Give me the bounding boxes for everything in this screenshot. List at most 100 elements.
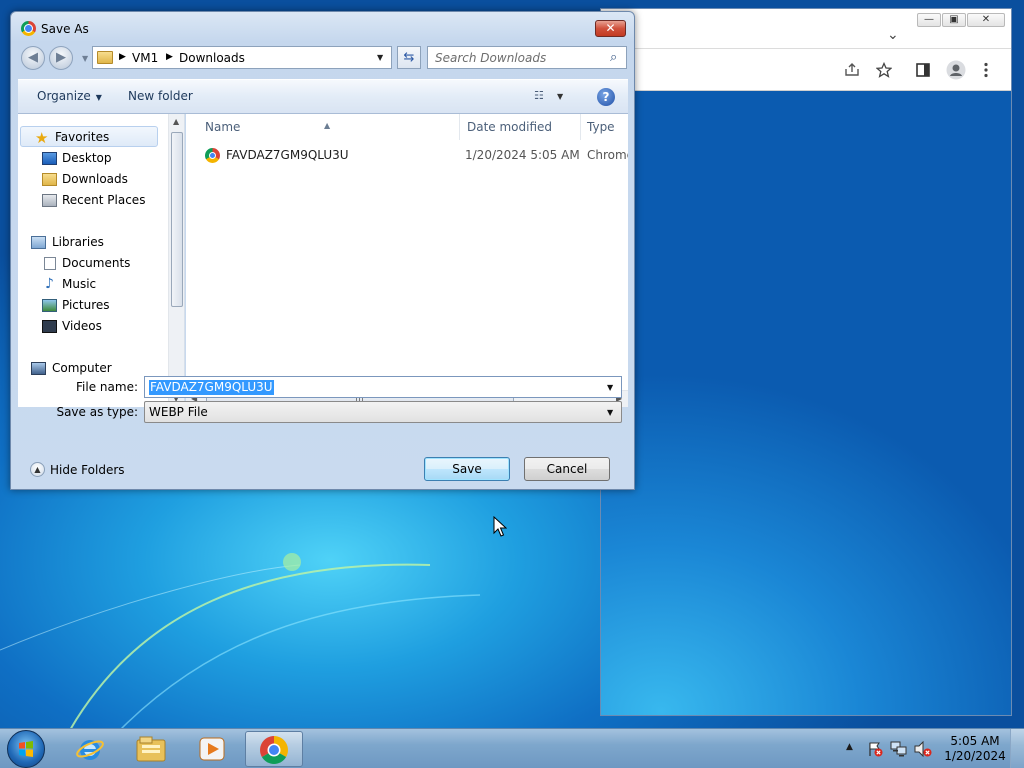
command-bar: Organize ▼ New folder ☷ ▼ ? — [18, 79, 628, 114]
help-icon[interactable]: ? — [597, 88, 615, 106]
cancel-button[interactable]: Cancel — [524, 457, 610, 481]
documents-icon — [44, 257, 56, 270]
file-type: Chrome H — [587, 148, 628, 162]
save-button[interactable]: Save — [424, 457, 510, 481]
show-desktop-button[interactable] — [1010, 729, 1024, 768]
breadcrumb-chevron-icon[interactable]: ▶ — [119, 52, 126, 62]
file-row[interactable]: FAVDAZ7GM9QLU3U 1/20/2024 5:05 AM Chrome… — [186, 144, 628, 166]
save-as-type-dropdown-icon[interactable]: ▼ — [607, 408, 613, 417]
file-date-modified: 1/20/2024 5:05 AM — [465, 148, 580, 162]
side-panel-icon[interactable] — [916, 63, 930, 77]
taskbar-clock[interactable]: 5:05 AM 1/20/2024 — [940, 734, 1010, 764]
view-options-icon[interactable]: ☷ — [534, 90, 550, 102]
file-name-dropdown-icon[interactable]: ▼ — [607, 383, 613, 392]
breadcrumb-downloads[interactable]: Downloads — [179, 51, 245, 65]
sort-ascending-icon: ▲ — [324, 121, 331, 130]
save-as-type-select[interactable]: WEBP File ▼ — [144, 401, 622, 423]
downloads-folder-icon — [42, 173, 57, 186]
windows-logo-icon — [19, 741, 33, 757]
action-center-flag-icon[interactable] — [867, 741, 883, 757]
save-as-dialog: Save As ✕ ◀ ▶ ▼ ▶ VM1 ▶ Downloads ▼ ⇆ ⌕ … — [10, 11, 635, 490]
address-dropdown-icon[interactable]: ▼ — [377, 53, 383, 62]
media-player-icon — [199, 737, 225, 761]
internet-explorer-icon — [76, 740, 104, 760]
column-header-date-modified[interactable]: Date modified — [460, 114, 581, 140]
more-menu-icon[interactable] — [983, 62, 989, 78]
star-icon: ★ — [35, 129, 49, 147]
organize-button[interactable]: Organize ▼ — [37, 89, 102, 103]
taskbar-file-explorer[interactable] — [122, 731, 180, 767]
libraries-icon — [31, 236, 46, 249]
bookmark-star-icon[interactable] — [876, 62, 892, 78]
save-as-type-value: WEBP File — [149, 405, 208, 419]
file-name-label: File name: — [76, 380, 138, 394]
maximize-button[interactable]: ▣ — [942, 13, 966, 27]
window-close-button[interactable]: ✕ — [967, 13, 1005, 27]
file-name-field[interactable]: FAVDAZ7GM9QLU3U ▼ — [144, 376, 622, 398]
breadcrumb-chevron-icon[interactable]: ▶ — [166, 52, 173, 62]
computer-icon — [31, 362, 46, 375]
taskbar-media-player[interactable] — [183, 731, 241, 767]
back-button[interactable]: ◀ — [21, 46, 45, 70]
search-input[interactable] — [428, 47, 604, 68]
nav-desktop[interactable]: Desktop — [18, 148, 168, 169]
nav-videos[interactable]: Videos — [18, 316, 168, 337]
profile-avatar-icon[interactable] — [946, 60, 966, 80]
dialog-titlebar[interactable]: Save As ✕ — [11, 12, 634, 44]
folder-icon — [97, 51, 113, 64]
refresh-icon[interactable]: ⇆ — [397, 46, 421, 69]
clock-time: 5:05 AM — [950, 734, 1000, 748]
nav-favorites[interactable]: ★ Favorites — [20, 126, 158, 147]
start-button[interactable] — [7, 730, 45, 768]
file-name-input[interactable]: FAVDAZ7GM9QLU3U — [149, 380, 274, 395]
share-icon[interactable] — [844, 63, 860, 77]
recent-places-icon — [42, 194, 57, 207]
dialog-title: Save As — [41, 22, 89, 36]
file-explorer-icon — [136, 736, 166, 762]
music-note-icon: ♪ — [45, 276, 54, 292]
show-hidden-icons-icon[interactable]: ▲ — [846, 742, 853, 752]
save-as-type-label: Save as type: — [56, 405, 138, 419]
taskbar-internet-explorer[interactable] — [61, 731, 119, 767]
scroll-up-arrow-icon[interactable]: ▲ — [173, 117, 179, 126]
view-dropdown-icon[interactable]: ▼ — [557, 92, 563, 101]
nav-documents[interactable]: Documents — [18, 253, 168, 274]
navigation-pane: ★ Favorites Desktop Downloads Recent Pla… — [18, 114, 185, 407]
volume-muted-icon[interactable] — [914, 741, 932, 757]
mouse-cursor-icon — [493, 516, 507, 537]
tab-search-icon[interactable]: ⌄ — [887, 27, 899, 43]
desktop-icon — [42, 152, 57, 165]
dialog-close-button[interactable]: ✕ — [595, 20, 626, 37]
nav-pane-scrollbar[interactable]: ▲ ▼ — [168, 114, 184, 407]
nav-pictures[interactable]: Pictures — [18, 295, 168, 316]
network-icon[interactable] — [890, 741, 908, 757]
taskbar: ▲ 5:05 AM 1/20/2024 — [0, 728, 1024, 768]
search-icon[interactable]: ⌕ — [610, 50, 617, 65]
videos-icon — [42, 320, 57, 333]
taskbar-google-chrome[interactable] — [245, 731, 303, 767]
address-bar[interactable]: ▶ VM1 ▶ Downloads ▼ — [92, 46, 392, 69]
chrome-top: — ▣ ✕ ⌄ — [601, 9, 1011, 91]
chrome-window: — ▣ ✕ ⌄ — [600, 8, 1012, 716]
forward-button[interactable]: ▶ — [49, 46, 73, 70]
nav-downloads[interactable]: Downloads — [18, 169, 168, 190]
column-header-name[interactable]: Name ▲ — [186, 114, 460, 140]
nav-recent-places[interactable]: Recent Places — [18, 190, 168, 211]
search-box: ⌕ — [427, 46, 627, 69]
file-name: FAVDAZ7GM9QLU3U — [226, 148, 349, 162]
nav-music[interactable]: ♪ Music — [18, 274, 168, 295]
chrome-content-area — [601, 91, 1011, 715]
minimize-button[interactable]: — — [917, 13, 941, 27]
breadcrumb-vm1[interactable]: VM1 — [132, 51, 158, 65]
chrome-toolbar — [601, 49, 1011, 91]
new-folder-button[interactable]: New folder — [128, 89, 193, 103]
recent-locations-dropdown-icon[interactable]: ▼ — [82, 54, 88, 63]
column-header-type[interactable]: Type — [581, 114, 628, 140]
chrome-logo-icon — [21, 21, 36, 36]
chrome-tab-strip: — ▣ ✕ ⌄ — [601, 9, 1011, 49]
nav-scrollbar-thumb[interactable] — [171, 132, 183, 307]
nav-libraries[interactable]: Libraries — [18, 232, 168, 253]
google-chrome-icon — [260, 736, 288, 764]
system-tray: ▲ 5:05 AM 1/20/2024 — [840, 729, 1024, 768]
clock-date: 1/20/2024 — [944, 749, 1006, 763]
